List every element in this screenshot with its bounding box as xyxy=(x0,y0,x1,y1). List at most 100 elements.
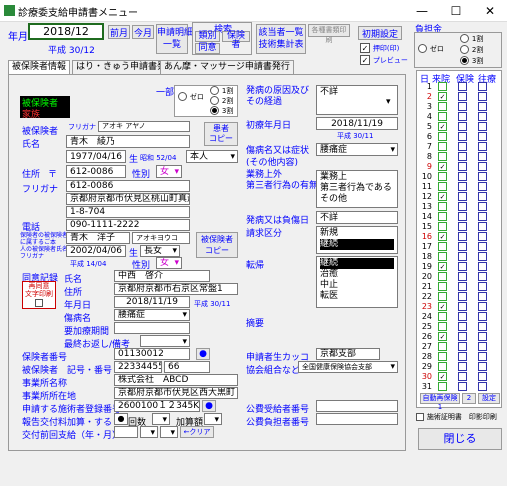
last-consent-select[interactable] xyxy=(140,335,190,347)
office-input[interactable]: 株式会社 ABCD xyxy=(114,374,238,386)
insurance-checkbox[interactable] xyxy=(458,122,467,131)
insurance-checkbox[interactable] xyxy=(458,322,467,331)
visit-checkbox[interactable]: ✓ xyxy=(438,372,447,381)
outcome-item-continue[interactable]: 継続 xyxy=(320,258,394,269)
report-count-select[interactable] xyxy=(152,413,170,425)
consent-copy-button[interactable]: 患者 コピー xyxy=(204,122,238,146)
insurer-lookup-button[interactable]: ● xyxy=(196,348,210,360)
cal-settings-button[interactable]: 設定 xyxy=(478,393,500,404)
visit-checkbox[interactable] xyxy=(438,252,447,261)
house-checkbox[interactable] xyxy=(478,162,487,171)
clear-button[interactable]: ←クリア xyxy=(180,426,214,438)
status-family[interactable]: 家族 xyxy=(20,107,70,120)
other-item-1[interactable]: 業務上 xyxy=(320,172,394,183)
form-print-button[interactable]: 各種書類印刷 xyxy=(308,24,350,44)
visit-checkbox[interactable] xyxy=(438,292,447,301)
insurance-checkbox[interactable] xyxy=(458,172,467,181)
burden-2[interactable]: 2割 xyxy=(460,45,483,55)
preview-row[interactable]: ✓ プレビュー xyxy=(360,55,408,66)
print-row[interactable]: 施術証明書 印影印刷 xyxy=(416,412,497,422)
visit-checkbox[interactable] xyxy=(438,342,447,351)
report-add-button[interactable]: ● xyxy=(114,413,128,425)
visit-checkbox[interactable] xyxy=(438,312,447,321)
reg-input[interactable]: 2600100１２345KF xyxy=(114,400,200,412)
house-checkbox[interactable] xyxy=(478,242,487,251)
last-year-select[interactable] xyxy=(140,426,158,438)
other-item-3[interactable]: その他 xyxy=(320,194,394,205)
cal-button-2[interactable]: 2 xyxy=(462,393,476,404)
claim-list[interactable]: 新規 継続 xyxy=(316,226,398,254)
burden-1[interactable]: 1割 xyxy=(460,34,483,44)
postal-input[interactable]: 612-0086 xyxy=(66,165,126,178)
assoc-select[interactable]: 全国健康保険協会支部 xyxy=(298,361,398,373)
insurance-checkbox[interactable] xyxy=(458,302,467,311)
house-checkbox[interactable] xyxy=(478,232,487,241)
reg-lookup-button[interactable]: ● xyxy=(202,400,216,412)
insurance-checkbox[interactable] xyxy=(458,152,467,161)
name-input[interactable]: 青木 綾乃 xyxy=(66,135,190,148)
partial-zero[interactable]: ゼロ xyxy=(178,92,204,102)
relation-select[interactable]: 本人 xyxy=(186,150,238,163)
family-birth-input[interactable]: 2002/04/06 xyxy=(66,245,126,257)
burden-zero[interactable]: ゼロ xyxy=(418,44,444,54)
burden-2-radio[interactable] xyxy=(460,45,469,54)
family-relation-select[interactable]: 長女 xyxy=(140,245,180,257)
visit-checkbox[interactable] xyxy=(438,102,447,111)
first-date-input[interactable]: 2018/11/19 xyxy=(316,117,398,130)
submit-list-button[interactable]: 該当者一覧 技術集計表 xyxy=(256,24,306,54)
house-checkbox[interactable] xyxy=(478,152,487,161)
other-item-2[interactable]: 第三者行為である xyxy=(320,183,394,194)
close-button[interactable]: 閉じる xyxy=(418,428,502,450)
minimize-button[interactable]: — xyxy=(405,0,439,22)
partial-3-radio[interactable] xyxy=(210,106,219,115)
phone-input[interactable]: 090-1111-2222 xyxy=(66,219,190,231)
visit-checkbox[interactable] xyxy=(438,242,447,251)
house-checkbox[interactable] xyxy=(478,362,487,371)
insurance-checkbox[interactable] xyxy=(458,232,467,241)
prev-month-button[interactable]: 前月 xyxy=(108,25,130,39)
house-checkbox[interactable] xyxy=(478,302,487,311)
insurance-checkbox[interactable] xyxy=(458,182,467,191)
visit-checkbox[interactable]: ✓ xyxy=(438,332,447,341)
statement-list-button[interactable]: 申請明細 一覧 xyxy=(156,24,193,54)
insurance-checkbox[interactable] xyxy=(458,362,467,371)
doctor-injury-select[interactable]: 腰痛症 xyxy=(114,309,190,321)
partial-2[interactable]: 2割 xyxy=(210,96,233,106)
doctor-date-input[interactable]: 2018/11/19 xyxy=(114,296,190,308)
injury-select[interactable]: 腰痛症 xyxy=(316,143,398,156)
burden-3-radio[interactable] xyxy=(460,56,469,65)
visit-checkbox[interactable] xyxy=(438,152,447,161)
visit-checkbox[interactable] xyxy=(438,212,447,221)
visit-checkbox[interactable] xyxy=(438,322,447,331)
insurance-checkbox[interactable] xyxy=(458,312,467,321)
house-checkbox[interactable] xyxy=(478,252,487,261)
insurance-checkbox[interactable] xyxy=(458,162,467,171)
insurance-checkbox[interactable] xyxy=(458,192,467,201)
visit-checkbox[interactable] xyxy=(438,172,447,181)
house-checkbox[interactable] xyxy=(478,82,487,91)
tab-massage[interactable]: あん摩・マッサージ申請書発行 xyxy=(160,60,294,74)
house-checkbox[interactable] xyxy=(478,292,487,301)
visit-checkbox[interactable] xyxy=(438,382,447,391)
house-checkbox[interactable] xyxy=(478,172,487,181)
visit-checkbox[interactable] xyxy=(438,222,447,231)
house-checkbox[interactable] xyxy=(478,112,487,121)
family-sex-select[interactable]: 女 xyxy=(156,257,182,269)
house-checkbox[interactable] xyxy=(478,272,487,281)
house-checkbox[interactable] xyxy=(478,322,487,331)
search-insurer-button[interactable]: 保険者 xyxy=(222,31,250,50)
initial-settings-button[interactable]: 初期設定 xyxy=(358,26,402,40)
insurance-checkbox[interactable] xyxy=(458,342,467,351)
maximize-button[interactable]: ☐ xyxy=(439,0,473,22)
print-checkbox[interactable] xyxy=(416,412,424,421)
doctor-address-input[interactable]: 京都府京都市右京区常盤1 xyxy=(114,283,238,295)
visit-checkbox[interactable]: ✓ xyxy=(438,192,447,201)
house-checkbox[interactable] xyxy=(478,202,487,211)
report-add-select[interactable] xyxy=(204,413,222,425)
house-checkbox[interactable] xyxy=(478,222,487,231)
house-checkbox[interactable] xyxy=(478,332,487,341)
house-checkbox[interactable] xyxy=(478,142,487,151)
insurance-checkbox[interactable] xyxy=(458,262,467,271)
insurance-checkbox[interactable] xyxy=(458,142,467,151)
public2-input[interactable] xyxy=(316,413,398,425)
